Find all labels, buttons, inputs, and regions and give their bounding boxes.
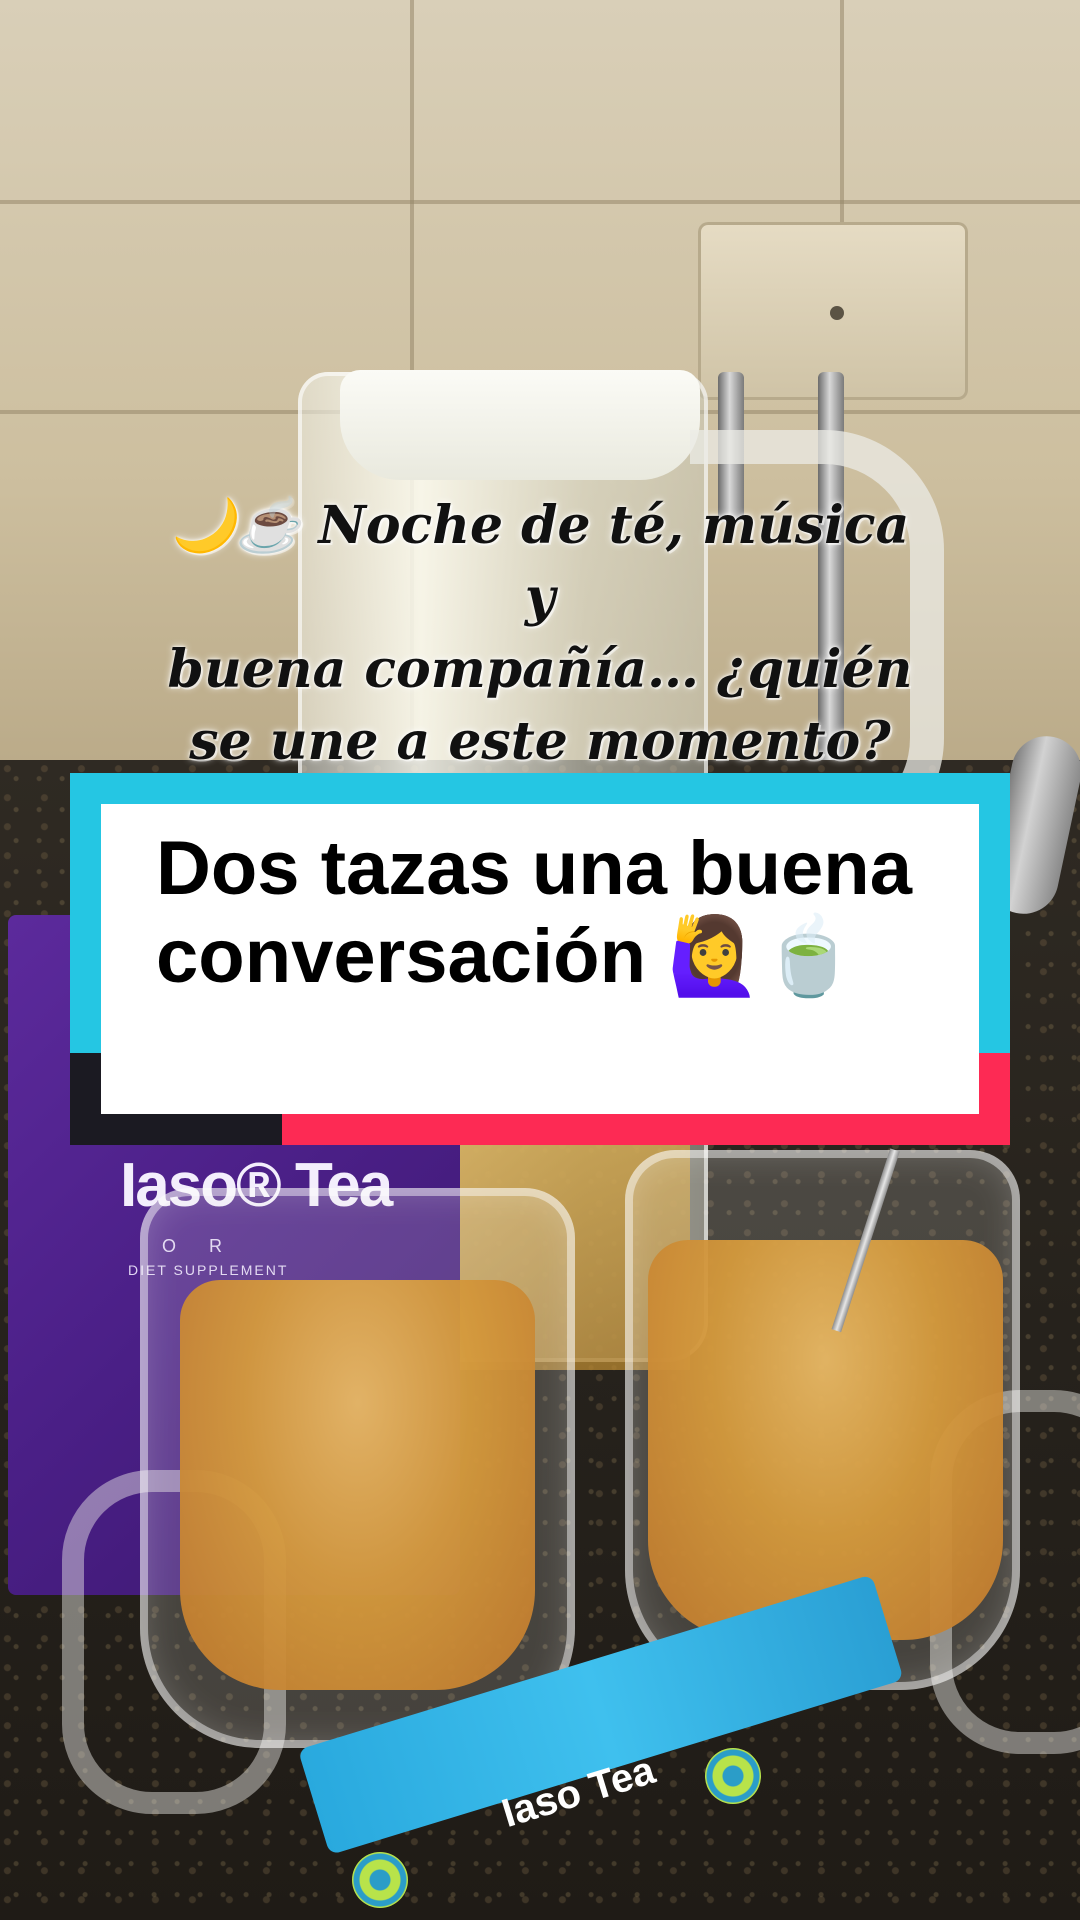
swirl-logo-icon — [352, 1852, 408, 1908]
tea-in-mug-right — [648, 1240, 1003, 1640]
caption-line: 🌙☕ Noche de té, música y — [170, 495, 910, 628]
card-line: Dos tazas una buena — [156, 826, 912, 911]
pitcher-lid — [340, 370, 700, 480]
swirl-logo-icon — [705, 1748, 761, 1804]
text-card: Dos tazas una buena conversación 🙋‍♀️🍵 — [70, 773, 1010, 1145]
caption-line: buena compañía… ¿quién — [167, 639, 913, 700]
card-line: conversación 🙋‍♀️🍵 — [156, 914, 857, 999]
outlet-hole — [830, 306, 844, 320]
tile-grout — [0, 200, 1080, 204]
video-frame: Iaso® Tea O R DIET SUPPLEMENT Iaso Tea 🌙… — [0, 0, 1080, 1920]
card-text: Dos tazas una buena conversación 🙋‍♀️🍵 — [156, 825, 956, 1001]
tea-in-mug-left — [180, 1280, 535, 1690]
